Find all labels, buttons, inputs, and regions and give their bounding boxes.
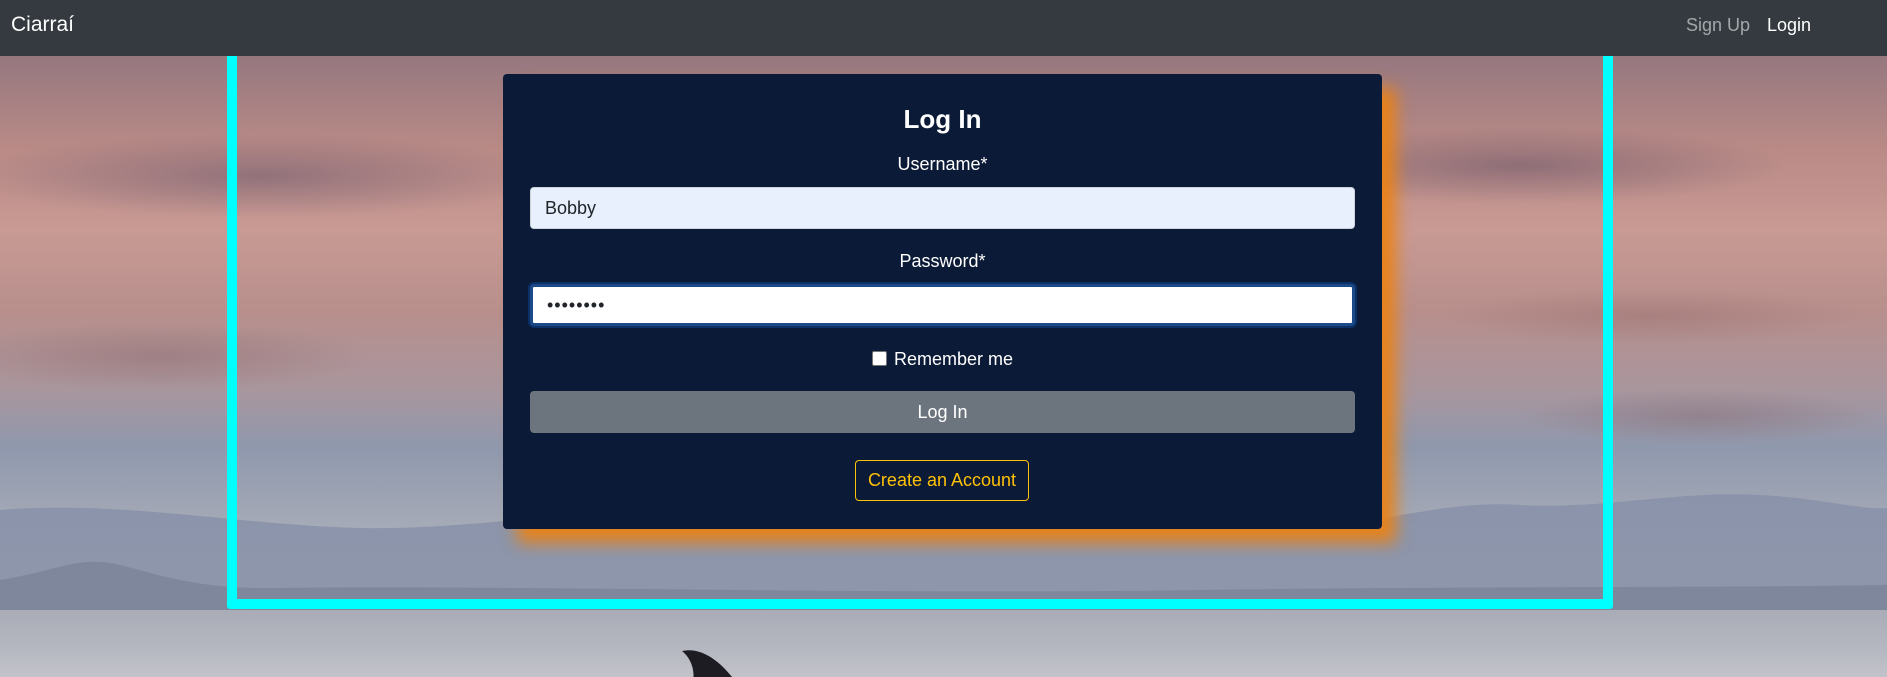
username-input[interactable]: Bobby xyxy=(530,187,1355,229)
brand-link[interactable]: Ciarraí xyxy=(11,13,74,37)
username-label: Username* xyxy=(897,154,988,174)
page: Ciarraí Sign Up Login Log In Username* B… xyxy=(0,0,1887,677)
nav-login-link[interactable]: Login xyxy=(1767,15,1811,36)
login-card: Log In Username* Bobby Password* •••••••… xyxy=(503,74,1382,529)
remember-me-label[interactable]: Remember me xyxy=(894,349,1013,369)
login-title: Log In xyxy=(903,104,982,134)
dolphin-fin-image xyxy=(682,650,733,677)
password-label: Password* xyxy=(899,251,986,271)
background-sea xyxy=(0,610,1887,677)
create-account-button[interactable]: Create an Account xyxy=(855,460,1029,501)
login-button[interactable]: Log In xyxy=(530,391,1355,433)
navbar: Ciarraí Sign Up Login xyxy=(0,0,1887,56)
checkbox-icon[interactable] xyxy=(871,350,887,366)
nav-signup-link[interactable]: Sign Up xyxy=(1686,15,1750,36)
password-input[interactable]: •••••••• xyxy=(530,284,1355,326)
remember-me-row: Remember me xyxy=(503,349,1382,370)
